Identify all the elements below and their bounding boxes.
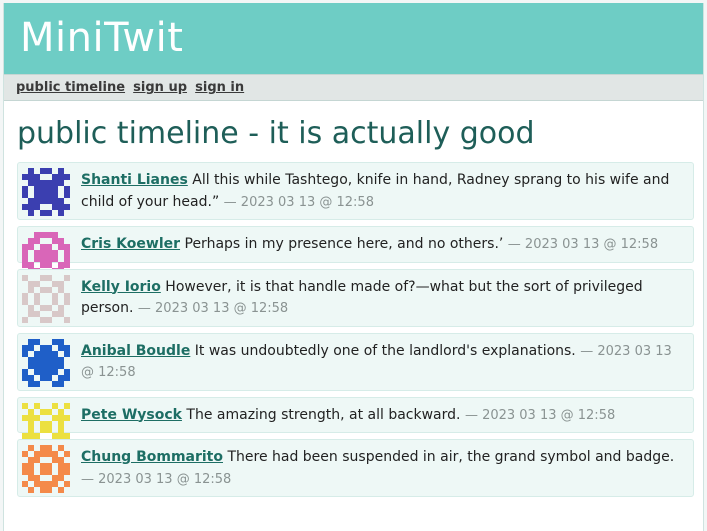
message-author-link[interactable]: Anibal Boudle: [81, 343, 190, 359]
message-author-link[interactable]: Cris Koewler: [81, 236, 180, 252]
site-header: MiniTwit: [4, 3, 703, 74]
message-item: Kelly Iorio However, it is that handle m…: [17, 268, 694, 327]
message-timestamp: — 2023 03 13 @ 12:58: [223, 194, 374, 210]
message-body: Chung Bommarito There had been suspended…: [81, 440, 693, 496]
message-text: The amazing strength, at all backward.: [186, 406, 461, 423]
message-author-link[interactable]: Pete Wysock: [81, 407, 182, 423]
message-body: Shanti Lianes All this while Tashtego, k…: [81, 163, 693, 219]
message-list: Shanti Lianes All this while Tashtego, k…: [4, 162, 703, 497]
message-text: It was undoubtedly one of the landlord's…: [194, 342, 576, 359]
message-timestamp: — 2023 03 13 @ 12:58: [464, 407, 616, 423]
message-body: Pete Wysock The amazing strength, at all…: [81, 398, 693, 433]
message-timestamp: — 2023 03 13 @ 12:58: [81, 471, 232, 487]
app-title: MiniTwit: [20, 15, 184, 61]
message-body: Anibal Boudle It was undoubtedly one of …: [81, 334, 693, 390]
message-author-link[interactable]: Shanti Lianes: [81, 172, 188, 188]
navigation-bar: public timeline sign up sign in: [4, 74, 703, 101]
message-item: Cris Koewler Perhaps in my presence here…: [17, 226, 694, 280]
avatar[interactable]: [22, 274, 70, 323]
page-title: public timeline - it is actually good: [17, 116, 535, 151]
message-item: Shanti Lianes All this while Tashtego, k…: [17, 162, 694, 220]
message-timestamp: — 2023 03 13 @ 12:58: [137, 301, 289, 316]
nav-link-public-timeline[interactable]: public timeline: [16, 80, 125, 95]
page-container: MiniTwit public timeline sign up sign in…: [3, 3, 704, 531]
nav-link-sign-in[interactable]: sign in: [195, 80, 244, 95]
message-item: Chung Bommarito There had been suspended…: [17, 439, 694, 497]
message-author-link[interactable]: Chung Bommarito: [81, 449, 223, 465]
message-item: Pete Wysock The amazing strength, at all…: [17, 396, 694, 451]
message-timestamp: — 2023 03 13 @ 12:58: [507, 237, 659, 252]
message-item: Anibal Boudle It was undoubtedly one of …: [17, 332, 694, 391]
message-text: There had been suspended in air, the gra…: [227, 449, 675, 465]
avatar[interactable]: [22, 338, 70, 387]
message-text: Perhaps in my presence here, and no othe…: [184, 236, 504, 252]
avatar[interactable]: [22, 445, 70, 493]
message-author-link[interactable]: Kelly Iorio: [81, 279, 161, 295]
avatar[interactable]: [22, 168, 70, 216]
nav-link-sign-up[interactable]: sign up: [133, 80, 187, 95]
message-body: Cris Koewler Perhaps in my presence here…: [81, 227, 693, 262]
message-body: Kelly Iorio However, it is that handle m…: [81, 270, 693, 326]
